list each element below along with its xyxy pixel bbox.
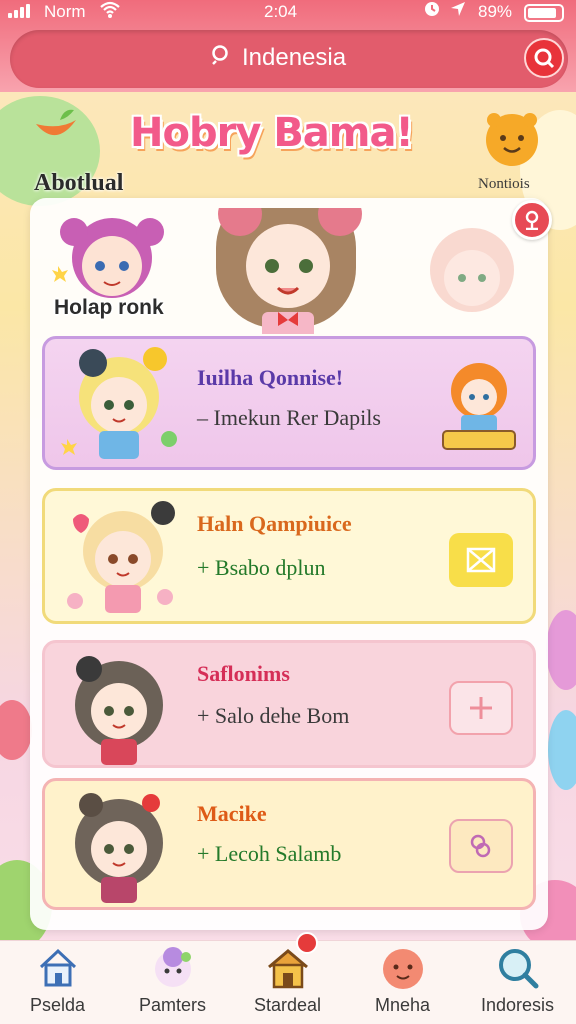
bg-balloon-right: [546, 610, 576, 690]
list-card-2[interactable]: Haln Qampiuice + Bsabo dplun: [42, 488, 536, 624]
nav-label: Pamters: [138, 995, 207, 1015]
card-title: Haln Qampiuice: [197, 511, 352, 536]
mascot-label: Nontiois: [478, 176, 530, 192]
card-title: Macike: [197, 801, 267, 826]
battery-percent: 89%: [478, 2, 513, 21]
image-off-icon: [466, 547, 496, 573]
notification-badge: [296, 932, 318, 954]
status-time: 2:04: [264, 2, 298, 21]
search-bar[interactable]: Indenesia: [10, 30, 568, 88]
list-card-3[interactable]: Saflonims + Salo dehe Bom: [42, 640, 536, 768]
list-card-1[interactable]: Iuilha Qonnise! – Imekun Rer Dapils: [42, 336, 536, 470]
list-card-4[interactable]: Macike + Lecoh Salamb: [42, 778, 536, 910]
nav-item-pets[interactable]: Pamters: [115, 941, 230, 1024]
nav-label: Pselda: [29, 995, 86, 1015]
hero-label: Holap ronk: [54, 296, 164, 319]
plus-icon: [470, 697, 492, 719]
search-icon: [212, 45, 228, 65]
card-subtitle: + Salo dehe Bom: [197, 703, 350, 728]
avatar-3: [75, 656, 163, 765]
card-action-button[interactable]: [449, 533, 513, 587]
badge-icon[interactable]: [437, 353, 521, 453]
card-action-button[interactable]: [449, 819, 513, 873]
section-label: Abotlual: [34, 170, 124, 196]
bg-balloon-right-2: [548, 710, 576, 790]
card-title: Saflonims: [197, 661, 290, 686]
app-header: Norm 2:04 89% Indenesia: [0, 0, 576, 92]
nav-item-stardeal[interactable]: Stardeal: [230, 941, 345, 1024]
card-subtitle: + Lecoh Salamb: [197, 841, 342, 866]
location-icon: [450, 1, 466, 22]
notification-button[interactable]: [512, 200, 552, 240]
search-go-icon: [534, 48, 555, 69]
status-bar: Norm 2:04 89%: [0, 0, 576, 26]
pet-icon: [155, 947, 191, 987]
nav-item-search[interactable]: Indoresis: [460, 941, 575, 1024]
card-action-button[interactable]: [449, 681, 513, 735]
mascot-icon[interactable]: [482, 108, 542, 168]
nav-label: Stardeal: [253, 995, 322, 1015]
card-title: Iuilha Qonnise!: [197, 365, 344, 390]
bottom-nav: Pselda Pamters Stardeal Mneha Indoresis: [0, 940, 576, 1024]
avatar-4: [75, 793, 163, 903]
card-subtitle: + Bsabo dplun: [197, 555, 326, 580]
search-go-button[interactable]: [524, 38, 564, 78]
bg-heart-left: [0, 700, 32, 760]
fruit-icon: [36, 109, 76, 136]
face-icon: [383, 949, 423, 989]
sticker-icon: [470, 834, 491, 858]
alarm-icon: [424, 1, 440, 22]
carrier-label: Norm: [44, 2, 86, 21]
signal-icon: [8, 4, 30, 18]
battery-icon: [524, 4, 564, 22]
avatar-1: [61, 347, 177, 459]
wifi-icon: [100, 1, 120, 24]
search-icon: [499, 949, 539, 989]
avatar-2: [67, 501, 175, 613]
home-icon: [39, 948, 77, 987]
user-icon: [525, 210, 539, 230]
nav-item-mneha[interactable]: Mneha: [345, 941, 460, 1024]
search-input[interactable]: Indenesia: [242, 44, 346, 72]
nav-label: Indoresis: [480, 995, 555, 1015]
nav-item-home[interactable]: Pselda: [0, 941, 115, 1024]
card-subtitle: – Imekun Rer Dapils: [197, 405, 381, 430]
app-title: Hobry Bama!: [130, 110, 414, 156]
nav-label: Mneha: [374, 995, 431, 1015]
